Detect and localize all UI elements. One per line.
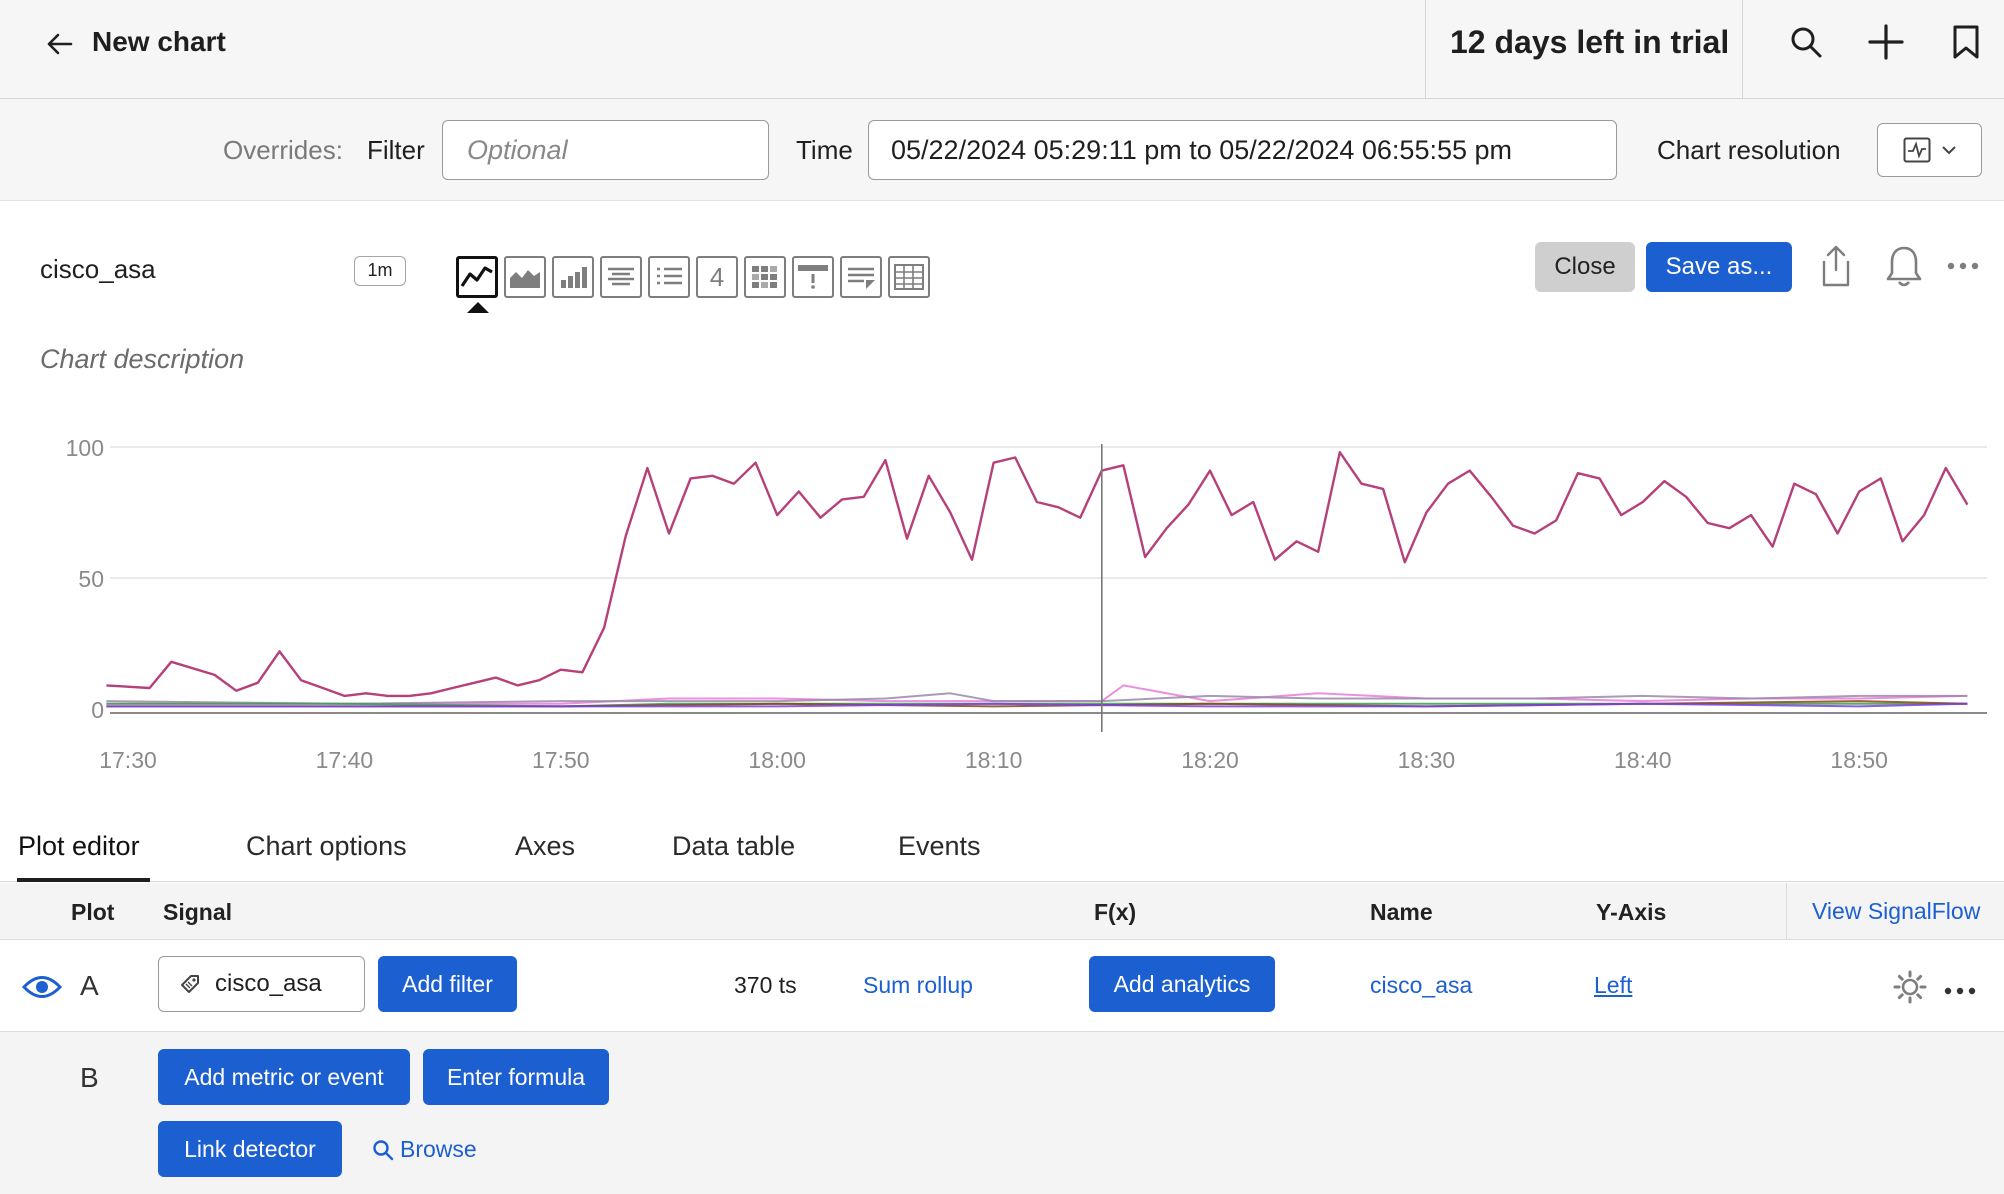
- browse-link[interactable]: Browse: [372, 1136, 477, 1163]
- close-button[interactable]: Close: [1535, 242, 1635, 292]
- add-analytics-button[interactable]: Add analytics: [1089, 956, 1275, 1012]
- column-header-signal: Signal: [163, 899, 233, 925]
- area-chart-type-icon[interactable]: [504, 256, 546, 298]
- plot-row-b: B Add metric or event Enter formula Link…: [0, 1032, 2004, 1194]
- line-chart-type-icon[interactable]: [456, 256, 498, 313]
- single-value-chart-type-icon[interactable]: 4: [696, 256, 738, 298]
- heatmap-chart-type-icon[interactable]: [744, 256, 786, 298]
- x-tick-label: 18:00: [748, 747, 806, 773]
- page-title: New chart: [92, 26, 226, 57]
- column-header-fx: F(x): [1094, 899, 1137, 925]
- plus-icon[interactable]: [1866, 22, 1906, 62]
- column-header-yaxis: Y-Axis: [1596, 899, 1667, 925]
- plot-row-a: A cisco_asa Add filter 370 ts Sum rollup…: [0, 940, 2004, 1032]
- histogram-chart-type-icon[interactable]: [600, 256, 642, 298]
- bookmark-icon[interactable]: [1946, 22, 1986, 62]
- visibility-eye-icon[interactable]: [21, 974, 63, 1005]
- top-header: New chart 12 days left in trial: [0, 0, 2004, 99]
- chart-description-input[interactable]: Chart description: [40, 342, 244, 376]
- rollup-link[interactable]: Sum rollup: [863, 970, 973, 1000]
- tab-chart-options[interactable]: Chart options: [246, 828, 407, 864]
- list-chart-type-icon[interactable]: [648, 256, 690, 298]
- overrides-label: Overrides:: [223, 135, 343, 165]
- resolution-chart-icon: [1903, 137, 1930, 163]
- search-icon[interactable]: [1786, 22, 1826, 62]
- settings-gear-icon[interactable]: [1893, 970, 1927, 1009]
- add-filter-button[interactable]: Add filter: [378, 956, 517, 1012]
- plot-letter-a: A: [80, 970, 99, 1001]
- editor-tabs: Plot editor Chart options Axes Data tabl…: [0, 820, 2004, 882]
- view-signalflow-link[interactable]: View SignalFlow: [1786, 883, 2004, 940]
- yaxis-link[interactable]: Left: [1594, 970, 1632, 1000]
- plot-letter-b: B: [80, 1062, 99, 1093]
- back-arrow-icon[interactable]: [44, 28, 76, 60]
- metric-tag-icon: [181, 975, 199, 993]
- x-tick-label: 17:40: [316, 747, 374, 773]
- active-tab-indicator: [17, 878, 150, 882]
- browse-label: Browse: [400, 1136, 477, 1162]
- y-tick-label: 0: [91, 697, 104, 723]
- x-tick-label: 18:10: [965, 747, 1023, 773]
- text-note-chart-type-icon[interactable]: [840, 256, 882, 298]
- bell-alert-icon[interactable]: [1882, 240, 1926, 292]
- table-chart-type-icon[interactable]: [888, 256, 930, 298]
- overrides-bar: Overrides: Filter Time 05/22/2024 05:29:…: [0, 99, 2004, 201]
- trial-banner: 12 days left in trial: [1425, 0, 1743, 98]
- column-header-plot: Plot: [71, 899, 115, 925]
- trial-text: 12 days left in trial: [1450, 24, 1730, 60]
- resolution-badge: 1m: [354, 256, 406, 286]
- y-tick-label: 100: [66, 435, 104, 461]
- signal-input[interactable]: cisco_asa: [158, 956, 365, 1012]
- chart-name[interactable]: cisco_asa: [40, 252, 156, 286]
- x-tick-label: 17:30: [99, 747, 157, 773]
- filter-label: Filter: [367, 135, 425, 165]
- x-tick-label: 18:50: [1830, 747, 1888, 773]
- share-icon[interactable]: [1814, 240, 1858, 292]
- add-metric-or-event-button[interactable]: Add metric or event: [158, 1049, 410, 1105]
- browse-search-icon: [373, 1139, 394, 1160]
- plot-name-link[interactable]: cisco_asa: [1370, 970, 1472, 1000]
- chart-resolution-label: Chart resolution: [1657, 135, 1841, 165]
- column-header-name: Name: [1370, 899, 1433, 925]
- tab-events[interactable]: Events: [898, 828, 981, 864]
- more-options-icon[interactable]: [1941, 240, 1985, 292]
- x-tick-label: 17:50: [532, 747, 590, 773]
- chart-resolution-dropdown[interactable]: [1877, 123, 1982, 177]
- time-label: Time: [796, 135, 853, 165]
- plot-table-header: Plot Signal F(x) Name Y-Axis View Signal…: [0, 883, 2004, 940]
- y-tick-label: 50: [78, 566, 104, 592]
- tab-plot-editor[interactable]: Plot editor: [18, 828, 140, 864]
- enter-formula-button[interactable]: Enter formula: [423, 1049, 609, 1105]
- x-tick-label: 18:30: [1398, 747, 1456, 773]
- save-as-button[interactable]: Save as...: [1646, 242, 1792, 292]
- x-tick-label: 18:20: [1181, 747, 1239, 773]
- series-line: [106, 451, 1969, 698]
- filter-input[interactable]: [442, 120, 769, 180]
- signal-name: cisco_asa: [215, 970, 322, 997]
- link-detector-button[interactable]: Link detector: [158, 1121, 342, 1177]
- chart-type-selector: 4: [456, 256, 930, 313]
- row-more-options-icon[interactable]: [1944, 982, 1976, 1000]
- chevron-down-icon: [1941, 146, 1956, 155]
- x-tick-label: 18:40: [1614, 747, 1672, 773]
- line-chart[interactable]: 0 50 100 17:30 17:40 17:50 18:00 18:10 18:20 18:3…: [0, 430, 2004, 790]
- time-range-input[interactable]: 05/22/2024 05:29:11 pm to 05/22/2024 06:…: [868, 120, 1617, 180]
- tab-axes[interactable]: Axes: [515, 828, 575, 864]
- column-chart-type-icon[interactable]: [552, 256, 594, 298]
- event-feed-chart-type-icon[interactable]: [792, 256, 834, 298]
- tab-data-table[interactable]: Data table: [672, 828, 795, 864]
- timeseries-count: 370 ts: [734, 972, 797, 998]
